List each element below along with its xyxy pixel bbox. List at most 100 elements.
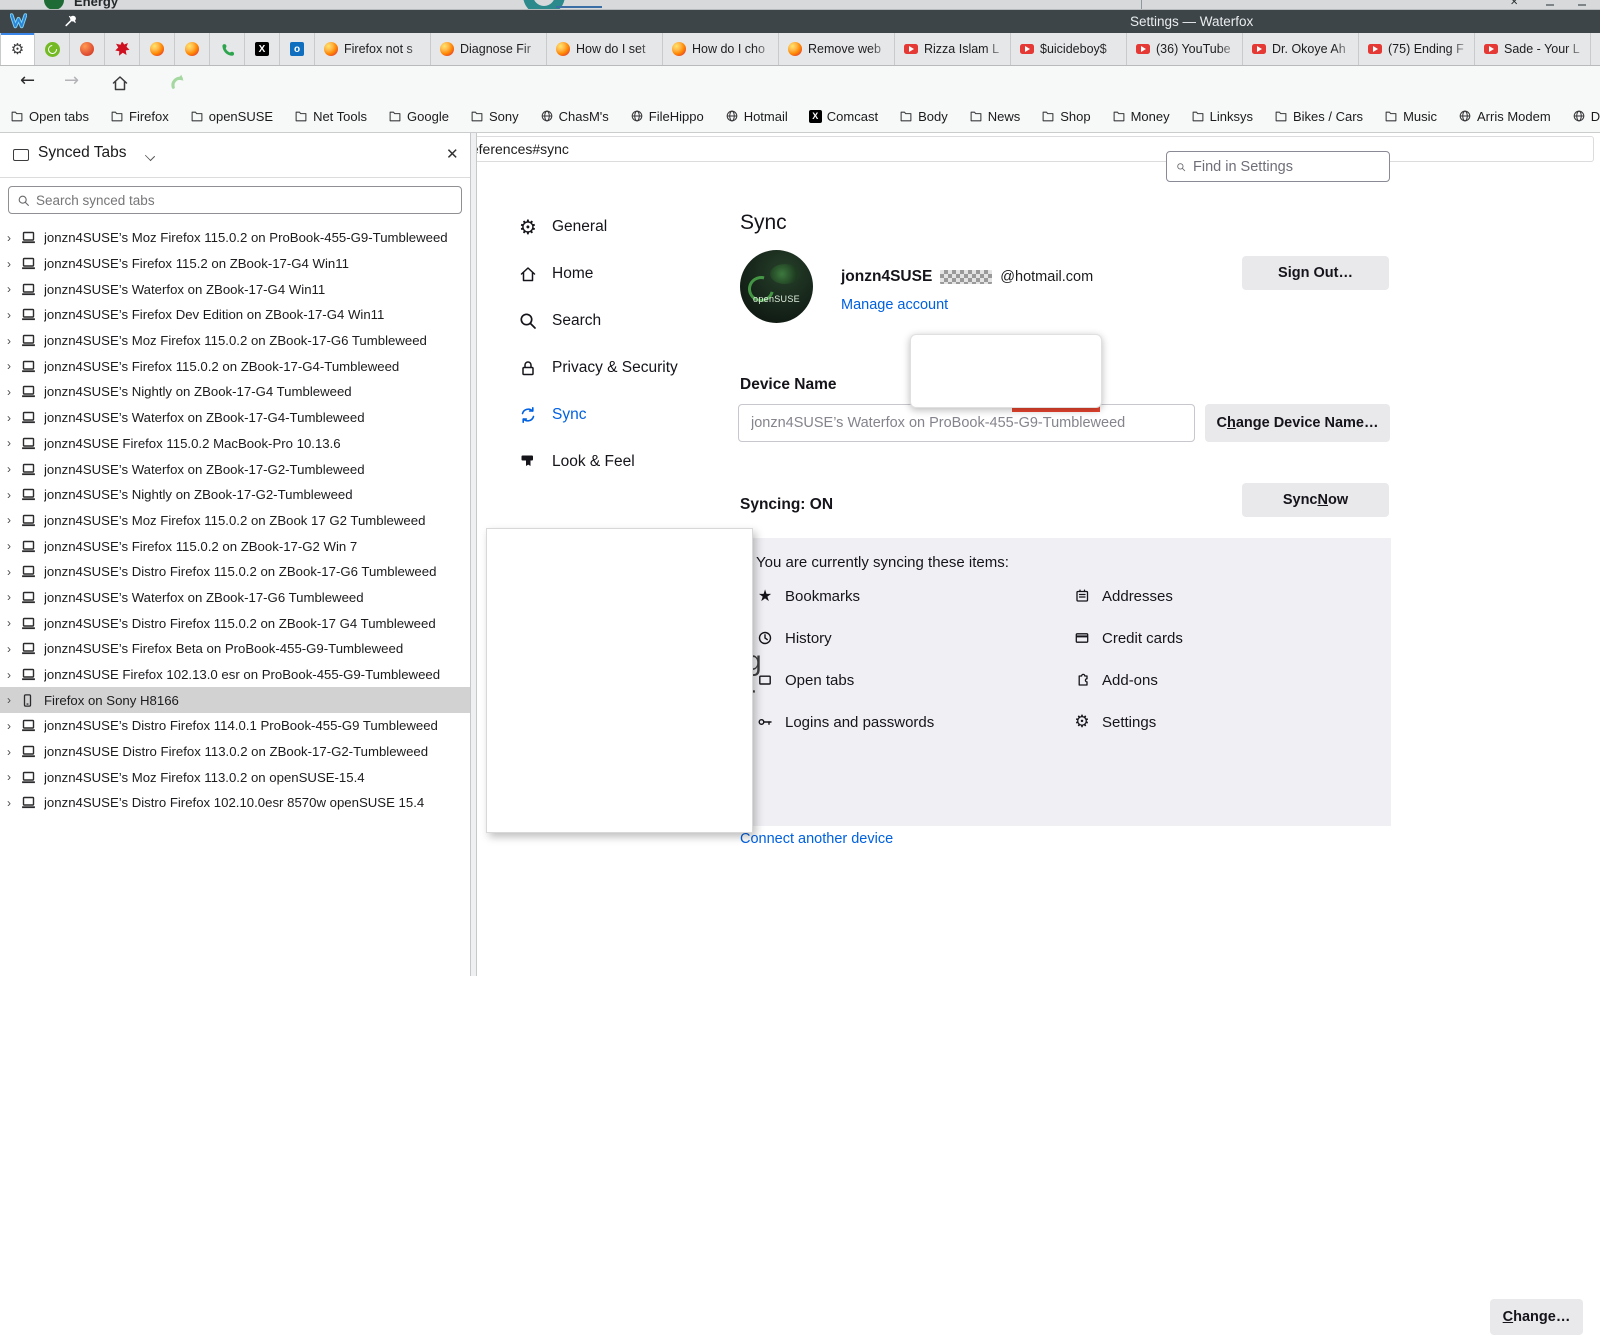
sidebar-splitter[interactable] <box>470 133 477 976</box>
expand-chevron-icon[interactable]: › <box>7 488 20 502</box>
device-row[interactable]: › jonzn4SUSE’s Waterfox on ZBook-17-G4-T… <box>0 405 470 431</box>
tab-settings-active[interactable]: ⚙ <box>0 33 35 65</box>
bookmark-item[interactable]: Hotmail <box>725 109 788 124</box>
expand-chevron-icon[interactable]: › <box>7 513 20 527</box>
bookmark-item[interactable]: Body <box>899 109 948 124</box>
expand-chevron-icon[interactable]: › <box>7 565 20 579</box>
expand-chevron-icon[interactable]: › <box>7 642 20 656</box>
connect-another-device-link[interactable]: Connect another device <box>740 831 893 847</box>
expand-chevron-icon[interactable]: › <box>7 539 20 553</box>
bookmark-item[interactable]: Open tabs <box>10 109 89 124</box>
expand-chevron-icon[interactable]: › <box>7 462 20 476</box>
device-row[interactable]: › Firefox on Sony H8166 <box>0 687 470 713</box>
bookmark-item[interactable]: X Comcast <box>809 109 878 124</box>
bookmark-item[interactable]: News <box>969 109 1021 124</box>
expand-chevron-icon[interactable]: › <box>7 231 20 245</box>
device-row[interactable]: › jonzn4SUSE’s Moz Firefox 115.0.2 on ZB… <box>0 328 470 354</box>
pinned-tab[interactable] <box>105 33 140 65</box>
close-icon[interactable]: ✕ <box>446 145 459 163</box>
bookmark-item[interactable]: Music <box>1384 109 1437 124</box>
expand-chevron-icon[interactable]: › <box>7 385 20 399</box>
bookmark-item[interactable]: openSUSE <box>190 109 273 124</box>
change-sync-items-button[interactable]: Change… <box>1490 1299 1583 1335</box>
manage-account-link[interactable]: Manage account <box>841 297 948 313</box>
expand-chevron-icon[interactable]: › <box>7 411 20 425</box>
device-row[interactable]: › jonzn4SUSE’s Distro Firefox 114.0.1 Pr… <box>0 713 470 739</box>
account-avatar[interactable]: openSUSE <box>740 250 813 323</box>
home-button[interactable] <box>110 73 130 93</box>
device-row[interactable]: › jonzn4SUSE’s Moz Firefox 115.0.2 on ZB… <box>0 508 470 534</box>
nav-item-privacy-security[interactable]: Privacy & Security <box>517 353 678 383</box>
bookmark-item[interactable]: Net Tools <box>294 109 367 124</box>
device-row[interactable]: › jonzn4SUSE’s Nightly on ZBook-17-G4 Tu… <box>0 379 470 405</box>
device-row[interactable]: › jonzn4SUSE Distro Firefox 113.0.2 on Z… <box>0 739 470 765</box>
device-row[interactable]: › jonzn4SUSE’s Moz Firefox 115.0.2 on Pr… <box>0 225 470 251</box>
device-row[interactable]: › jonzn4SUSE’s Waterfox on ZBook-17-G6 T… <box>0 585 470 611</box>
device-row[interactable]: › jonzn4SUSE’s Firefox Dev Edition on ZB… <box>0 302 470 328</box>
pinned-tab[interactable] <box>175 33 210 65</box>
browser-tab[interactable]: How do I set <box>547 33 663 65</box>
bookmark-item[interactable]: Money <box>1112 109 1170 124</box>
bookmark-item[interactable]: Arris Modem <box>1458 109 1551 124</box>
sync-now-button[interactable]: Sync Now <box>1242 483 1389 517</box>
expand-chevron-icon[interactable]: › <box>7 308 20 322</box>
device-row[interactable]: › jonzn4SUSE’s Firefox 115.2 on ZBook-17… <box>0 251 470 277</box>
expand-chevron-icon[interactable]: › <box>7 334 20 348</box>
synced-tabs-search[interactable] <box>8 186 462 214</box>
nav-item-general[interactable]: ⚙ General <box>517 212 678 242</box>
browser-tab[interactable]: Dr. Okoye Ah <box>1243 33 1359 65</box>
device-row[interactable]: › jonzn4SUSE’s Firefox 115.0.2 on ZBook-… <box>0 533 470 559</box>
device-row[interactable]: › jonzn4SUSE’s Distro Firefox 115.0.2 on… <box>0 610 470 636</box>
browser-tab[interactable]: Diagnose Fir <box>431 33 547 65</box>
bookmark-item[interactable]: Linksys <box>1191 109 1253 124</box>
pinned-tab[interactable]: o o <box>280 33 315 65</box>
device-row[interactable]: › jonzn4SUSE Firefox 115.0.2 MacBook-Pro… <box>0 431 470 457</box>
pinned-tab[interactable] <box>35 33 70 65</box>
search-input[interactable] <box>36 193 453 208</box>
browser-tab[interactable]: $uicideboy$ <box>1011 33 1127 65</box>
nav-item-look-feel[interactable]: Look & Feel <box>517 447 678 477</box>
browser-tab[interactable]: Sade - Your L <box>1475 33 1591 65</box>
device-row[interactable]: › jonzn4SUSE’s Firefox Beta on ProBook-4… <box>0 636 470 662</box>
device-row[interactable]: › jonzn4SUSE’s Firefox 115.0.2 on ZBook-… <box>0 353 470 379</box>
forward-button[interactable]: → <box>64 70 79 91</box>
expand-chevron-icon[interactable]: › <box>7 719 20 733</box>
expand-chevron-icon[interactable]: › <box>7 770 20 784</box>
expand-chevron-icon[interactable]: › <box>7 590 20 604</box>
bookmark-item[interactable]: Bikes / Cars <box>1274 109 1363 124</box>
chevron-down-icon[interactable] <box>145 151 155 161</box>
sign-out-button[interactable]: Sign Out… <box>1242 256 1389 290</box>
expand-chevron-icon[interactable]: › <box>7 257 20 271</box>
nav-item-sync[interactable]: Sync <box>517 400 678 430</box>
pin-tab-icon[interactable] <box>64 14 78 28</box>
pinned-tab[interactable] <box>140 33 175 65</box>
pinned-tab[interactable] <box>70 33 105 65</box>
url-bar[interactable]: Waterfox about:preferences#sync <box>307 136 1594 162</box>
expand-chevron-icon[interactable]: › <box>7 668 20 682</box>
device-name-input[interactable] <box>738 404 1195 442</box>
bookmark-item[interactable]: ChasM's <box>540 109 609 124</box>
browser-tab[interactable]: How do I cho <box>663 33 779 65</box>
expand-chevron-icon[interactable]: › <box>7 436 20 450</box>
bookmark-item[interactable]: Download Drive <box>1572 109 1600 124</box>
bookmark-item[interactable]: Sony <box>470 109 519 124</box>
change-device-name-button[interactable]: Change Device Name… <box>1205 404 1390 442</box>
device-row[interactable]: › jonzn4SUSE’s Nightly on ZBook-17-G2-Tu… <box>0 482 470 508</box>
device-row[interactable]: › jonzn4SUSE’s Distro Firefox 102.10.0es… <box>0 790 470 816</box>
expand-chevron-icon[interactable]: › <box>7 745 20 759</box>
pinned-tab[interactable]: X X <box>245 33 280 65</box>
expand-chevron-icon[interactable]: › <box>7 359 20 373</box>
browser-tab[interactable]: Rizza Islam L <box>895 33 1011 65</box>
find-in-settings[interactable] <box>1166 151 1390 182</box>
nav-item-home[interactable]: Home <box>517 259 678 289</box>
device-row[interactable]: › jonzn4SUSE’s Distro Firefox 115.0.2 on… <box>0 559 470 585</box>
expand-chevron-icon[interactable]: › <box>7 616 20 630</box>
device-row[interactable]: › jonzn4SUSE’s Waterfox on ZBook-17-G2-T… <box>0 456 470 482</box>
bookmark-item[interactable]: FileHippo <box>630 109 704 124</box>
browser-tab[interactable]: (36) YouTube <box>1127 33 1243 65</box>
bookmark-item[interactable]: Google <box>388 109 449 124</box>
expand-chevron-icon[interactable]: › <box>7 796 20 810</box>
device-row[interactable]: › jonzn4SUSE Firefox 102.13.0 esr on Pro… <box>0 662 470 688</box>
device-row[interactable]: › jonzn4SUSE’s Waterfox on ZBook-17-G4 W… <box>0 276 470 302</box>
expand-chevron-icon[interactable]: › <box>7 693 20 707</box>
